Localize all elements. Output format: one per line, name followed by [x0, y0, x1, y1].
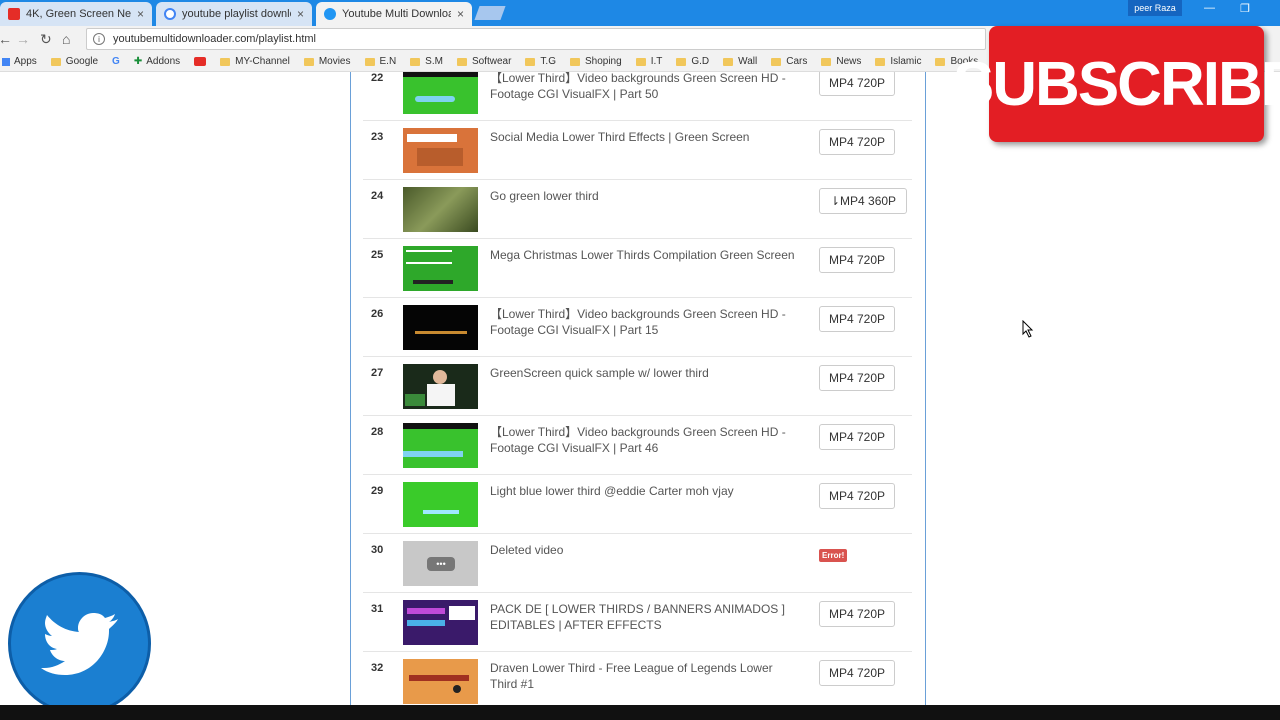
info-icon[interactable]: i — [93, 33, 105, 45]
bookmark-gd[interactable]: G.D — [676, 56, 709, 67]
puzzle-icon: ✚ — [133, 56, 143, 67]
profile-button[interactable]: peer Raza — [1128, 0, 1182, 16]
minimize-icon[interactable]: — — [1204, 2, 1215, 14]
tab-multi-downloader[interactable]: Youtube Multi Downloade × — [316, 2, 472, 26]
bookmark-my-channel[interactable]: MY-Channel — [220, 56, 290, 67]
playlist-panel: 22 【Lower Third】Video backgrounds Green … — [350, 72, 926, 705]
download-button[interactable]: MP4 720P — [819, 306, 895, 332]
download-button[interactable]: MP4 720P — [819, 365, 895, 391]
download-button[interactable]: MP4 720P — [819, 129, 895, 155]
video-thumbnail[interactable] — [403, 305, 478, 350]
close-icon[interactable]: × — [137, 7, 144, 21]
video-thumbnail[interactable] — [403, 423, 478, 468]
google-g-icon[interactable]: G — [112, 56, 120, 67]
download-button[interactable]: MP4 720P — [819, 72, 895, 96]
table-row: 31 PACK DE [ LOWER THIRDS / BANNERS ANIM… — [363, 593, 912, 652]
close-icon[interactable]: × — [457, 7, 464, 21]
download-button[interactable]: MP4 720P — [819, 483, 895, 509]
video-thumbnail[interactable] — [403, 659, 478, 704]
bookmark-google[interactable]: Google — [50, 56, 98, 67]
bookmark-tg[interactable]: T.G — [525, 56, 556, 67]
folder-icon — [569, 57, 580, 66]
mouse-cursor-icon — [1022, 320, 1034, 338]
bookmark-shoping[interactable]: Shoping — [569, 56, 622, 67]
download-button[interactable]: MP4 720P — [819, 424, 895, 450]
page-content: 22 【Lower Third】Video backgrounds Green … — [0, 72, 1280, 705]
address-bar[interactable]: i youtubemultidownloader.com/playlist.ht… — [86, 28, 986, 50]
folder-icon — [456, 57, 467, 66]
reload-icon[interactable]: ↻ — [40, 31, 52, 48]
video-thumbnail[interactable]: ••• — [403, 541, 478, 586]
table-row: 22 【Lower Third】Video backgrounds Green … — [363, 72, 912, 121]
apps-grid-icon — [2, 57, 10, 66]
google-icon — [164, 8, 176, 20]
bookmark-en[interactable]: E.N — [364, 56, 396, 67]
folder-icon — [935, 57, 946, 66]
download-button[interactable]: MP4 720P — [819, 660, 895, 686]
bookmark-cars[interactable]: Cars — [771, 56, 807, 67]
restore-icon[interactable]: ❐ — [1240, 2, 1250, 15]
bookmark-addons[interactable]: ✚ Addons — [134, 56, 180, 67]
folder-icon — [50, 57, 61, 66]
bookmark-news[interactable]: News — [821, 56, 861, 67]
close-icon[interactable]: × — [297, 7, 304, 21]
table-row: 29 Light blue lower third @eddie Carter … — [363, 475, 912, 534]
video-thumbnail[interactable] — [403, 246, 478, 291]
table-row: 27 GreenScreen quick sample w/ lower thi… — [363, 357, 912, 416]
folder-icon — [676, 57, 687, 66]
bookmark-movies[interactable]: Movies — [303, 56, 351, 67]
new-tab-button[interactable] — [474, 6, 506, 20]
taskbar — [0, 705, 1280, 720]
browser-tabstrip: 4K, Green Screen News L × youtube playli… — [0, 0, 1280, 26]
error-badge: Error! — [819, 549, 848, 562]
folder-icon — [875, 57, 886, 66]
forward-icon[interactable]: → — [16, 31, 30, 47]
folder-icon — [723, 57, 734, 66]
table-row: 23 Social Media Lower Third Effects | Gr… — [363, 121, 912, 180]
table-row: 30 ••• Deleted video Error! — [363, 534, 912, 593]
folder-icon — [220, 57, 231, 66]
download-button[interactable]: MP4 720P — [819, 247, 895, 273]
video-thumbnail[interactable] — [403, 72, 478, 114]
table-row: 32 Draven Lower Third - Free League of L… — [363, 652, 912, 705]
home-icon[interactable]: ⌂ — [62, 31, 70, 47]
folder-icon — [525, 57, 536, 66]
bookmark-sm[interactable]: S.M — [410, 56, 443, 67]
table-row: 25 Mega Christmas Lower Thirds Compilati… — [363, 239, 912, 298]
video-thumbnail[interactable] — [403, 482, 478, 527]
youtube-bookmark-icon[interactable] — [194, 57, 207, 66]
bookmark-it[interactable]: I.T — [635, 56, 662, 67]
subscribe-overlay: SUBSCRIBE — [953, 26, 1280, 142]
site-icon — [324, 8, 336, 20]
folder-icon — [771, 57, 782, 66]
more-icon: ••• — [427, 557, 455, 571]
video-thumbnail[interactable] — [403, 364, 478, 409]
bookmark-apps[interactable]: Apps — [2, 56, 37, 67]
back-icon[interactable]: ← — [0, 31, 12, 47]
download-button[interactable]: MP4 720P — [819, 601, 895, 627]
table-row: 26 【Lower Third】Video backgrounds Green … — [363, 298, 912, 357]
folder-icon — [410, 57, 421, 66]
folder-icon — [303, 57, 314, 66]
twitter-icon — [8, 572, 151, 715]
table-row: 24 Go green lower third ⇂MP4 360P — [363, 180, 912, 239]
folder-icon — [635, 57, 646, 66]
video-thumbnail[interactable] — [403, 187, 478, 232]
youtube-icon — [8, 8, 20, 20]
folder-icon — [364, 57, 375, 66]
bookmark-islamic[interactable]: Islamic — [875, 56, 921, 67]
table-row: 28 【Lower Third】Video backgrounds Green … — [363, 416, 912, 475]
bookmark-softwear[interactable]: Softwear — [456, 56, 511, 67]
bookmark-wall[interactable]: Wall — [723, 56, 757, 67]
video-thumbnail[interactable] — [403, 128, 478, 173]
folder-icon — [821, 57, 832, 66]
download-button[interactable]: ⇂MP4 360P — [819, 188, 907, 214]
tab-google-search[interactable]: youtube playlist downlo × — [156, 2, 312, 26]
tab-green-screen[interactable]: 4K, Green Screen News L × — [0, 2, 152, 26]
video-thumbnail[interactable] — [403, 600, 478, 645]
